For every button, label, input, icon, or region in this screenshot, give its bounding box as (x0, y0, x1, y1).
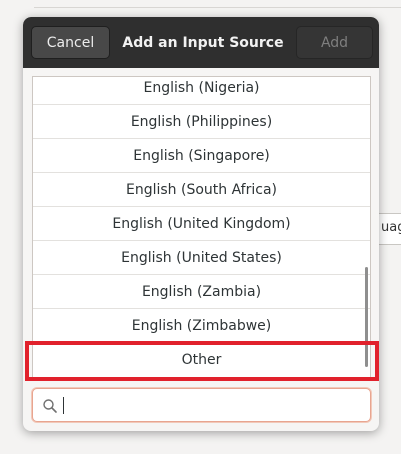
background-field-text: uag (381, 220, 401, 235)
search-input[interactable] (63, 393, 363, 417)
input-source-list[interactable]: English (Nigeria) English (Philippines) … (32, 76, 371, 378)
list-item[interactable]: English (Nigeria) (33, 77, 370, 105)
search-icon (43, 399, 57, 413)
add-button[interactable]: Add (296, 26, 373, 59)
list-item[interactable]: English (Singapore) (33, 139, 370, 173)
list-item[interactable]: English (Philippines) (33, 105, 370, 139)
list-item-other[interactable]: Other (33, 343, 370, 377)
text-caret (63, 397, 64, 414)
list-scrollbar[interactable] (365, 267, 368, 367)
cancel-button[interactable]: Cancel (31, 26, 110, 59)
list-item[interactable]: English (United Kingdom) (33, 207, 370, 241)
list-item[interactable]: English (Zambia) (33, 275, 370, 309)
dialog-title: Add an Input Source (122, 34, 284, 51)
background-divider (34, 0, 401, 8)
list-item[interactable]: English (South Africa) (33, 173, 370, 207)
dialog-header: Cancel Add an Input Source Add (23, 17, 379, 68)
list-item[interactable]: English (Zimbabwe) (33, 309, 370, 343)
search-field[interactable] (32, 388, 371, 422)
list-item[interactable]: English (United States) (33, 241, 370, 275)
add-input-source-dialog: Cancel Add an Input Source Add English (… (23, 17, 379, 431)
